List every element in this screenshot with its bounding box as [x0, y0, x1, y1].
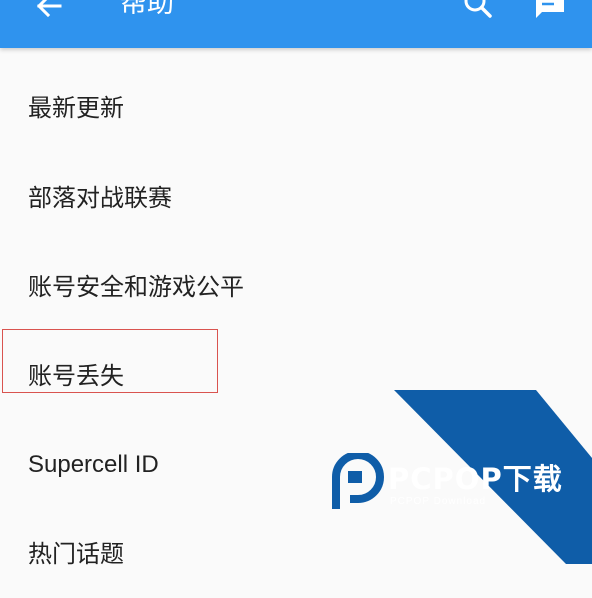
list-item[interactable]: 账号安全和游戏公平: [0, 243, 592, 331]
list-item[interactable]: Supercell ID: [0, 421, 592, 509]
list-item[interactable]: 部落对战联赛: [0, 154, 592, 242]
list-item[interactable]: 热门话题: [0, 510, 592, 598]
list-item[interactable]: 最新更新: [0, 64, 592, 152]
search-icon: [464, 0, 492, 18]
back-button[interactable]: [30, 0, 70, 26]
chat-icon: [536, 0, 564, 18]
page-title: 帮助: [120, 0, 174, 19]
app-bar: 帮助: [0, 0, 592, 48]
chat-button[interactable]: [530, 0, 570, 24]
search-button[interactable]: [458, 0, 498, 24]
list-item[interactable]: 账号丢失: [0, 332, 592, 420]
arrow-left-icon: [36, 0, 62, 18]
